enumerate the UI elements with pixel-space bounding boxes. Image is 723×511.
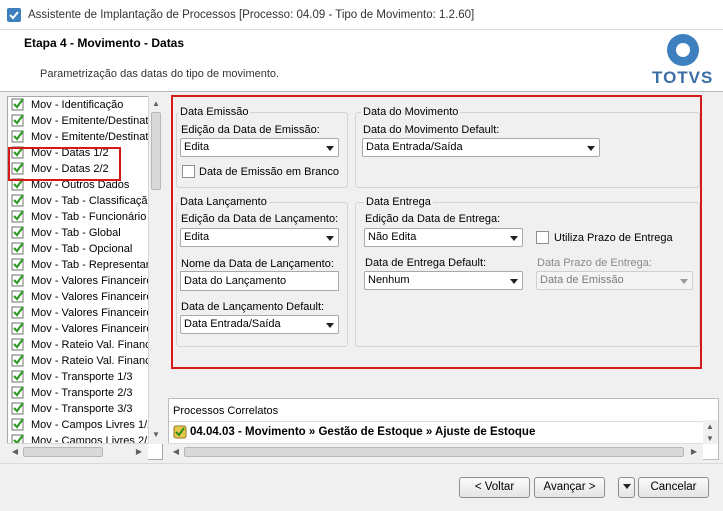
scroll-right-arrow-icon[interactable]: ▶ — [687, 445, 701, 459]
correlato-path-1: Gestão de Estoque — [318, 426, 423, 439]
sidebar-item-label: Mov - Tab - Opcional — [31, 242, 133, 255]
sidebar-item[interactable]: Mov - Emitente/Destinat — [11, 114, 148, 130]
checkmark-icon — [11, 194, 24, 207]
scroll-thumb[interactable] — [23, 447, 103, 457]
process-icon — [173, 425, 187, 439]
checkmark-icon — [11, 258, 24, 271]
step-description: Parametrização das datas do tipo de movi… — [40, 68, 280, 80]
sidebar-item-label: Mov - Transporte 1/3 — [31, 370, 133, 383]
sidebar-item-label: Mov - Identificação — [31, 98, 124, 111]
sidebar-item-label: Mov - Tab - Classificação — [31, 194, 154, 207]
sidebar-item-label: Mov - Transporte 3/3 — [31, 402, 133, 415]
checkmark-icon — [11, 210, 24, 223]
divider — [169, 421, 718, 422]
highlight-box — [8, 147, 121, 181]
sidebar-item[interactable]: Mov - Tab - Funcionário — [11, 210, 146, 226]
correlato-item[interactable]: 04.04.03 - Movimento » Gestão de Estoque… — [173, 425, 535, 439]
scroll-thumb[interactable] — [184, 447, 684, 457]
checkmark-icon — [11, 226, 24, 239]
scroll-left-arrow-icon[interactable]: ◀ — [169, 445, 183, 459]
sidebar-item[interactable]: Mov - Valores Financeiro — [11, 322, 152, 338]
totvs-logo-icon — [667, 34, 699, 66]
sidebar-item[interactable]: Mov - Valores Financeiro — [11, 274, 152, 290]
sidebar-item[interactable]: Mov - Rateio Val. Financ — [11, 354, 151, 370]
sidebar-item-label: Mov - Tab - Funcionário — [31, 210, 147, 223]
sidebar-item-label: Mov - Valores Financeiro — [31, 290, 153, 303]
sidebar-item-label: Mov - Tab - Global — [31, 226, 121, 239]
sidebar-item-label: Mov - Rateio Val. Financ — [31, 338, 151, 351]
scroll-down-arrow-icon[interactable]: ▼ — [149, 428, 163, 442]
checkmark-icon — [11, 306, 24, 319]
step-list-vertical-scrollbar[interactable]: ▲ ▼ — [148, 96, 163, 444]
checkmark-icon — [11, 242, 24, 255]
sidebar-item[interactable]: Mov - Transporte 3/3 — [11, 402, 133, 418]
sidebar-item[interactable]: Mov - Valores Financeiro — [11, 306, 152, 322]
back-button[interactable]: < Voltar — [459, 477, 530, 498]
checkmark-icon — [11, 274, 24, 287]
step-title: Etapa 4 - Movimento - Datas — [24, 36, 185, 50]
sidebar-item[interactable]: Mov - Tab - Opcional — [11, 242, 132, 258]
title-bar: Assistente de Implantação de Processos [… — [0, 0, 723, 30]
sidebar-item-label: Mov - Rateio Val. Financ — [31, 354, 151, 367]
checkmark-icon — [11, 290, 24, 303]
correlatos-title: Processos Correlatos — [173, 405, 279, 417]
sidebar-item[interactable]: Mov - Valores Financeiro — [11, 290, 152, 306]
highlight-box — [171, 95, 702, 369]
scroll-right-arrow-icon[interactable]: ▶ — [132, 445, 146, 459]
checkmark-icon — [11, 98, 24, 111]
correlatos-horizontal-scrollbar[interactable]: ◀ ▶ — [168, 443, 703, 460]
sidebar-item-label: Mov - Emitente/Destinat — [31, 114, 149, 127]
sidebar-item[interactable]: Mov - Rateio Val. Financ — [11, 338, 151, 354]
sidebar-item[interactable]: Mov - Tab - Classificação — [11, 194, 154, 210]
correlatos-vertical-scrollbar[interactable]: ▲ ▼ — [703, 420, 718, 444]
app-icon — [7, 8, 21, 22]
sidebar-item-label: Mov - Transporte 2/3 — [31, 386, 133, 399]
checkmark-icon — [11, 418, 24, 431]
sidebar-item[interactable]: Mov - Campos Livres 1/2 — [11, 418, 153, 434]
sidebar-item-label: Mov - Tab - Representan — [31, 258, 152, 271]
menu-dropdown-button[interactable] — [618, 477, 635, 498]
checkmark-icon — [11, 130, 24, 143]
checkmark-icon — [11, 114, 24, 127]
sidebar-item[interactable]: Mov - Identificação — [11, 98, 123, 114]
sidebar-item-label: Mov - Campos Livres 1/2 — [31, 418, 154, 431]
checkmark-icon — [11, 370, 24, 383]
step-list-horizontal-scrollbar[interactable]: ◀ ▶ — [7, 443, 148, 460]
checkmark-icon — [11, 386, 24, 399]
sidebar-item[interactable]: Mov - Transporte 1/3 — [11, 370, 133, 386]
scroll-left-arrow-icon[interactable]: ◀ — [8, 445, 22, 459]
sidebar-item[interactable]: Mov - Tab - Representan — [11, 258, 152, 274]
checkmark-icon — [11, 322, 24, 335]
chevron-right-icon: » — [425, 426, 436, 439]
window-title: Assistente de Implantação de Processos [… — [28, 9, 475, 21]
sidebar-item[interactable]: Mov - Tab - Global — [11, 226, 121, 242]
sidebar-item-label: Mov - Valores Financeiro — [31, 274, 153, 287]
next-button[interactable]: Avançar > — [534, 477, 605, 498]
checkmark-icon — [11, 338, 24, 351]
scroll-down-arrow-icon[interactable]: ▼ — [703, 432, 717, 446]
footer-divider — [0, 463, 723, 464]
chevron-down-icon — [622, 484, 631, 490]
correlato-code: 04.04.03 - Movimento — [190, 426, 306, 439]
sidebar-item[interactable]: Mov - Emitente/Destinat — [11, 130, 148, 146]
checkmark-icon — [11, 402, 24, 415]
scroll-up-arrow-icon[interactable]: ▲ — [149, 97, 163, 111]
checkmark-icon — [11, 354, 24, 367]
wizard-header: Etapa 4 - Movimento - Datas Parametrizaç… — [0, 30, 723, 92]
scroll-thumb[interactable] — [151, 112, 161, 190]
sidebar-item-label: Mov - Valores Financeiro — [31, 322, 153, 335]
totvs-logo-text: TOTVS — [652, 68, 714, 87]
correlato-path-2: Ajuste de Estoque — [435, 426, 536, 439]
sidebar-item[interactable]: Mov - Transporte 2/3 — [11, 386, 133, 402]
sidebar-item-label: Mov - Valores Financeiro — [31, 306, 153, 319]
cancel-button[interactable]: Cancelar — [638, 477, 709, 498]
sidebar-item-label: Mov - Emitente/Destinat — [31, 130, 149, 143]
